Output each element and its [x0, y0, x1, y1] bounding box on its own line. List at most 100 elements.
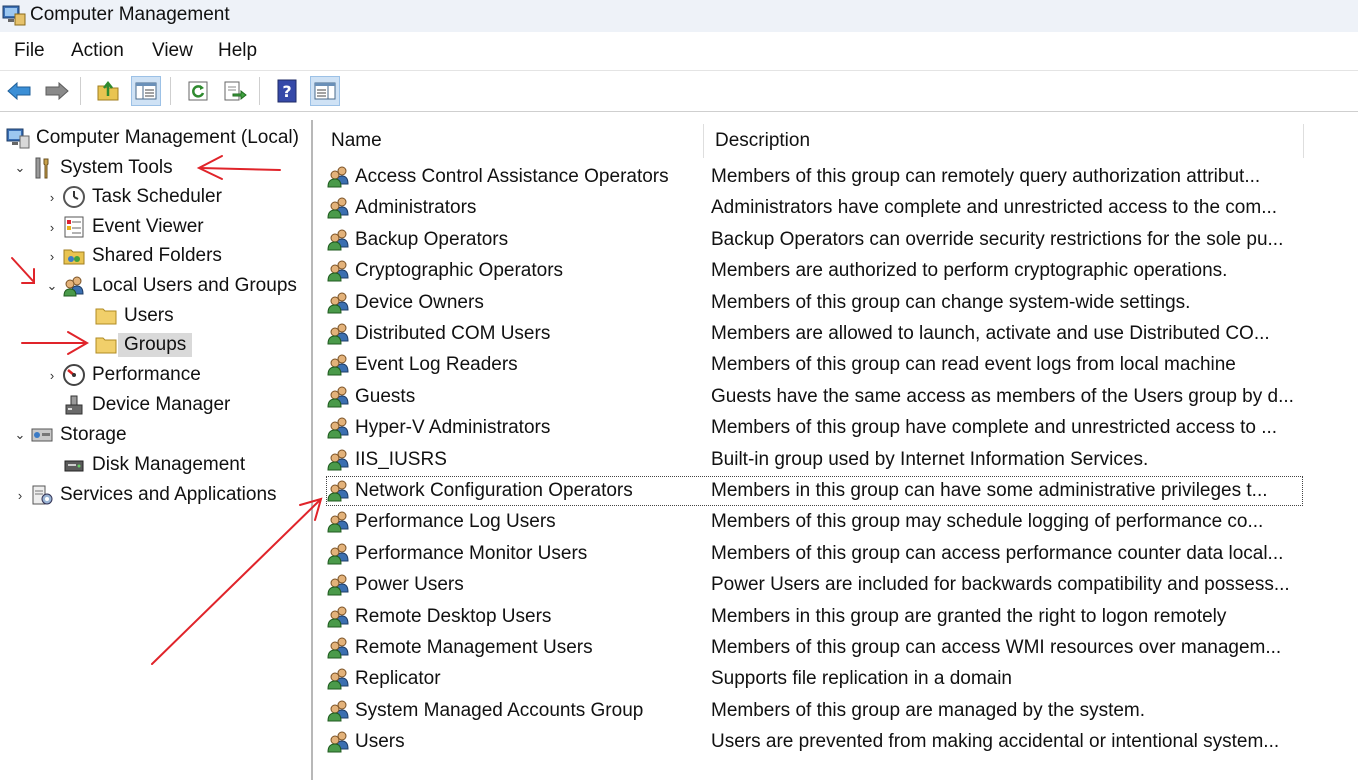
tree-system-tools-label: System Tools: [60, 157, 173, 178]
computer-management-icon: [2, 5, 26, 26]
group-name: Guests: [355, 385, 416, 407]
chevron-down-icon[interactable]: ⌄: [42, 278, 62, 294]
tree-users-label: Users: [124, 305, 174, 326]
tree-task-scheduler-label: Task Scheduler: [92, 186, 222, 207]
tree-root[interactable]: Computer Management (Local): [6, 124, 299, 152]
folder-icon: [94, 304, 118, 328]
chevron-right-icon[interactable]: ›: [42, 368, 62, 383]
tree-services-apps[interactable]: › Services and Applications: [10, 481, 277, 509]
show-hide-tree-icon[interactable]: [131, 76, 161, 106]
window-title: Computer Management: [30, 4, 230, 25]
tree-performance[interactable]: › Performance: [42, 361, 201, 389]
group-row[interactable]: Hyper-V Administrators Members of this gr…: [326, 413, 1303, 443]
group-row[interactable]: Access Control Assistance Operators Membe…: [326, 162, 1303, 192]
up-folder-icon[interactable]: [93, 76, 123, 106]
group-name: Replicator: [355, 668, 441, 690]
console-tree: Computer Management (Local) ⌄ System Too…: [0, 120, 310, 780]
menu-file[interactable]: File: [14, 40, 45, 62]
export-list-icon[interactable]: [220, 76, 250, 106]
performance-icon: [62, 363, 86, 387]
group-row[interactable]: Performance Monitor Users Members of this…: [326, 539, 1303, 569]
column-header-description[interactable]: Description: [715, 124, 810, 158]
group-description: Administrators have complete and unrestr…: [711, 197, 1278, 219]
tree-system-tools[interactable]: ⌄ System Tools: [10, 154, 173, 182]
tree-disk-management[interactable]: Disk Management: [62, 451, 245, 479]
column-divider[interactable]: [1303, 124, 1304, 158]
chevron-right-icon[interactable]: ›: [42, 220, 62, 235]
toolbar: ?: [0, 70, 1358, 112]
tree-device-manager[interactable]: Device Manager: [62, 391, 230, 419]
group-row[interactable]: Event Log Readers Members of this group c…: [326, 350, 1303, 380]
group-icon: [327, 700, 349, 722]
group-name: Event Log Readers: [355, 354, 518, 376]
group-row[interactable]: Cryptographic Operators Members are autho…: [326, 256, 1303, 286]
chevron-right-icon[interactable]: ›: [42, 249, 62, 264]
group-name: Users: [355, 731, 405, 753]
group-row[interactable]: Guests Guests have the same access as mem…: [326, 382, 1303, 412]
group-row[interactable]: Power Users Power Users are included for …: [326, 570, 1303, 600]
group-row[interactable]: Distributed COM Users Members are allowed…: [326, 319, 1303, 349]
group-row[interactable]: Performance Log Users Members of this gro…: [326, 507, 1303, 537]
pane-splitter[interactable]: [311, 120, 313, 780]
group-description: Members are authorized to perform crypto…: [711, 260, 1228, 282]
group-row[interactable]: Backup Operators Backup Operators can ove…: [326, 225, 1303, 255]
group-name: Cryptographic Operators: [355, 260, 564, 282]
group-row[interactable]: Users Users are prevented from making acc…: [326, 727, 1303, 757]
group-description: Members of this group have complete and …: [711, 417, 1278, 439]
chevron-right-icon[interactable]: ›: [42, 190, 62, 205]
device-manager-icon: [62, 393, 86, 417]
tree-users[interactable]: Users: [94, 302, 174, 330]
tree-event-viewer[interactable]: › Event Viewer: [42, 213, 204, 241]
help-icon[interactable]: ?: [272, 76, 302, 106]
tree-event-viewer-label: Event Viewer: [92, 216, 204, 237]
group-row[interactable]: Device Owners Members of this group can c…: [326, 288, 1303, 318]
tree-local-users-groups[interactable]: ⌄ Local Users and Groups: [42, 272, 297, 300]
menu-action[interactable]: Action: [71, 40, 124, 62]
group-icon: [327, 511, 349, 533]
group-icon: [327, 480, 349, 502]
column-divider[interactable]: [703, 124, 704, 158]
tree-groups[interactable]: Groups: [94, 331, 193, 359]
group-row[interactable]: Network Configuration Operators Members i…: [326, 476, 1303, 506]
group-description: Members of this group can access perform…: [711, 542, 1284, 564]
group-row[interactable]: Remote Management Users Members of this g…: [326, 633, 1303, 663]
group-row[interactable]: IIS_IUSRS Built-in group used by Internet…: [326, 445, 1303, 475]
group-description: Guests have the same access as members o…: [711, 385, 1294, 407]
group-description: Members of this group can change system-…: [711, 291, 1191, 313]
chevron-right-icon[interactable]: ›: [10, 488, 30, 503]
group-description: Users are prevented from making accident…: [711, 731, 1280, 753]
tree-task-scheduler[interactable]: › Task Scheduler: [42, 183, 222, 211]
back-icon[interactable]: [4, 76, 34, 106]
group-description: Built-in group used by Internet Informat…: [711, 448, 1149, 470]
group-name: Distributed COM Users: [355, 323, 551, 344]
tree-shared-folders[interactable]: › Shared Folders: [42, 242, 222, 270]
tree-services-apps-label: Services and Applications: [60, 484, 277, 505]
group-icon: [327, 731, 349, 753]
chevron-down-icon[interactable]: ⌄: [10, 427, 30, 443]
group-icon: [327, 229, 349, 251]
group-description: Members of this group may schedule loggi…: [711, 511, 1264, 533]
tree-device-manager-label: Device Manager: [92, 394, 231, 415]
column-header-name[interactable]: Name: [331, 124, 382, 158]
group-row[interactable]: Administrators Administrators have comple…: [326, 193, 1303, 223]
menu-help[interactable]: Help: [218, 40, 257, 62]
event-viewer-icon: [62, 215, 86, 239]
forward-icon[interactable]: [42, 76, 72, 106]
storage-icon: [30, 423, 54, 447]
show-action-pane-icon[interactable]: [310, 76, 340, 106]
chevron-down-icon[interactable]: ⌄: [10, 160, 30, 176]
group-description: Members in this group can have some admi…: [711, 480, 1268, 501]
tree-storage[interactable]: ⌄ Storage: [10, 421, 127, 449]
group-description: Supports file replication in a domain: [711, 668, 1013, 690]
group-name: Administrators: [355, 197, 477, 219]
menu-view[interactable]: View: [152, 40, 193, 62]
group-name: Backup Operators: [355, 228, 509, 250]
group-description: Members are allowed to launch, activate …: [711, 323, 1270, 344]
computer-icon: [6, 126, 30, 150]
group-row[interactable]: System Managed Accounts Group Members of …: [326, 696, 1303, 726]
group-row[interactable]: Replicator Supports file replication in a…: [326, 664, 1303, 694]
group-icon: [327, 386, 349, 408]
refresh-icon[interactable]: [183, 76, 213, 106]
group-row[interactable]: Remote Desktop Users Members in this grou…: [326, 602, 1303, 632]
group-icon: [327, 668, 349, 690]
